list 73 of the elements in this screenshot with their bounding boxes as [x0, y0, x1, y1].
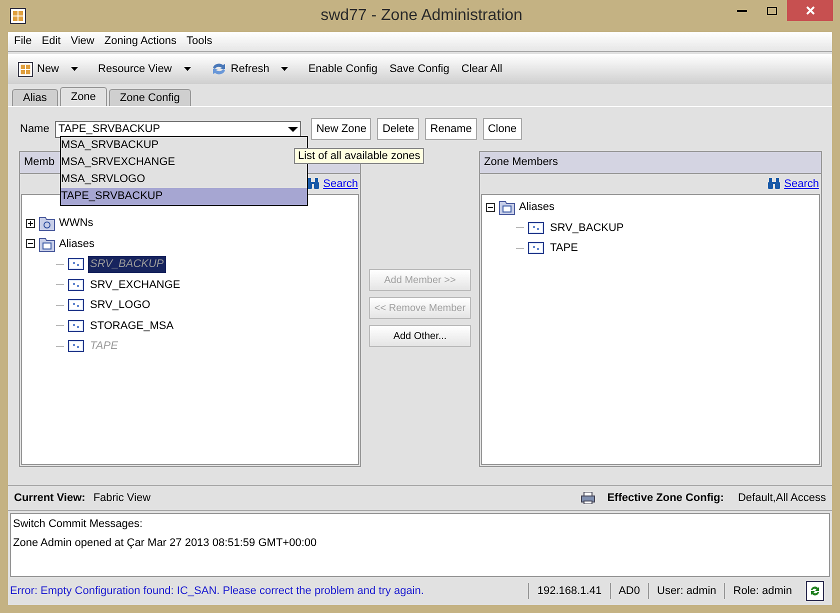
tab[interactable]: Alias	[12, 89, 58, 106]
toolbar-button[interactable]: Enable Config	[302, 57, 384, 81]
zone-button[interactable]: Delete	[377, 118, 420, 140]
menu-item[interactable]: View	[70, 33, 94, 50]
printer-icon[interactable]	[581, 492, 596, 504]
close-button[interactable]	[787, 0, 833, 21]
refresh-icon	[210, 62, 227, 76]
folder-icon	[499, 199, 515, 216]
toolbar-button[interactable]: Save Config	[383, 57, 456, 81]
tree-item[interactable]: SRV_LOGO	[88, 297, 152, 314]
menu-item[interactable]: Edit	[42, 33, 61, 50]
alias-icon	[68, 258, 84, 270]
tab[interactable]: Zone Config	[108, 89, 191, 106]
zone-button[interactable]: Clone	[482, 118, 522, 140]
status-cell: User: admin	[648, 582, 724, 600]
menu-item[interactable]: File	[14, 33, 32, 50]
alias-icon	[528, 242, 544, 254]
member-button[interactable]: Add Other...	[369, 325, 471, 347]
collapse-icon[interactable]	[26, 239, 35, 248]
toolbar-button[interactable]: New	[12, 57, 92, 81]
alias-icon	[528, 222, 544, 234]
menu-item[interactable]: Tools	[186, 33, 212, 50]
current-view-label: Current View:	[14, 490, 86, 506]
error-message: Error: Empty Configuration found: IC_SAN. Please correct the problem and try again.	[10, 584, 424, 599]
panel-title: Zone Members	[484, 155, 558, 170]
search-link[interactable]: Search	[784, 176, 819, 192]
alias-icon	[68, 278, 84, 291]
grid-icon	[18, 62, 33, 76]
effective-config-label: Effective Zone Config:	[607, 490, 724, 506]
alias-icon	[68, 299, 84, 312]
search-link[interactable]: Search	[323, 176, 358, 192]
collapse-icon[interactable]	[486, 202, 495, 212]
zone-name-dropdown[interactable]: TAPE_SRVBACKUP	[55, 120, 302, 138]
tooltip: List of all available zones	[294, 148, 424, 164]
tree-item[interactable]: TAPE	[548, 240, 580, 256]
network-folder-icon	[39, 215, 55, 232]
toolbar-button[interactable]: Refresh	[204, 57, 302, 81]
zone-button[interactable]: Rename	[425, 118, 477, 140]
effective-config-value: Default,All Access	[738, 490, 826, 506]
tree-item[interactable]: STORAGE_MSA	[88, 318, 176, 334]
tree-item[interactable]: SRV_EXCHANGE	[88, 276, 182, 293]
sync-button[interactable]	[806, 581, 824, 601]
tree-item[interactable]: Aliases	[59, 236, 94, 252]
toolbar-button[interactable]: Resource View	[92, 57, 205, 81]
alias-icon	[68, 320, 84, 332]
tab[interactable]: Zone	[60, 87, 107, 107]
maximize-icon	[767, 6, 777, 14]
message-line: Zone Admin opened at Çar Mar 27 2013 08:51:59 GMT+00:00	[13, 536, 318, 550]
alias-icon	[68, 340, 84, 352]
expand-icon[interactable]	[26, 218, 35, 228]
current-view-value: Fabric View	[93, 490, 151, 506]
name-label: Name	[20, 122, 50, 137]
refresh-icon	[809, 584, 821, 598]
menu-item[interactable]: Zoning Actions	[104, 33, 177, 50]
status-cell: AD0	[610, 582, 648, 600]
folder-icon	[39, 236, 55, 252]
panel-title: Memb	[24, 155, 55, 170]
caret-icon	[288, 126, 298, 132]
message-line: Switch Commit Messages:	[13, 517, 144, 532]
close-icon	[806, 6, 814, 15]
tree-item[interactable]: SRV_BACKUP	[548, 220, 626, 236]
tree-item[interactable]: Aliases	[519, 199, 554, 216]
binoculars-icon	[767, 178, 782, 190]
toolbar-button[interactable]: Clear All	[455, 57, 508, 81]
app-icon	[10, 8, 26, 24]
tree-item[interactable]: WWNs	[59, 215, 94, 232]
zone-button[interactable]: New Zone	[311, 118, 372, 140]
minimize-icon	[737, 10, 747, 12]
dropdown-option[interactable]: TAPE_SRVBACKUP	[61, 188, 307, 205]
status-cell: Role: admin	[724, 582, 800, 600]
window-title: swd77 - Zone Administration	[320, 6, 522, 26]
dropdown-option[interactable]: MSA_SRVLOGO	[61, 171, 307, 188]
status-cell: 192.168.1.41	[528, 582, 610, 600]
